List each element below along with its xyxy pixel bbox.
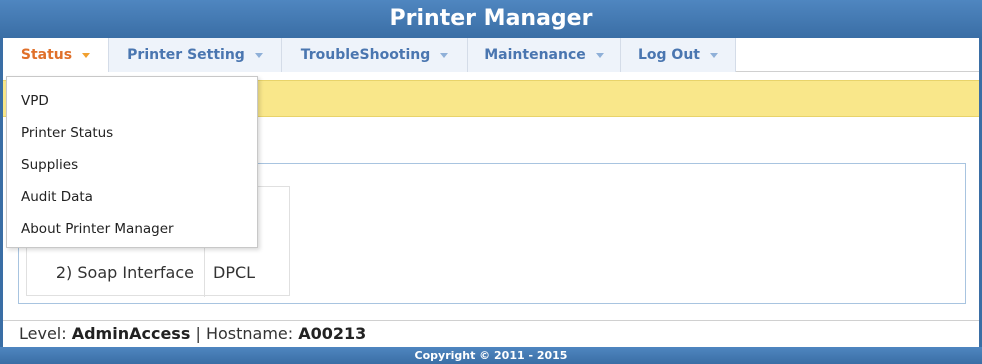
dropdown-item-supplies[interactable]: Supplies <box>21 151 78 179</box>
chevron-down-icon <box>254 52 263 58</box>
chevron-down-icon <box>440 52 449 58</box>
menu-printer-setting-label: Printer Setting <box>127 47 245 63</box>
copyright-footer: Copyright © 2011 - 2015 <box>0 347 982 364</box>
menu-status[interactable]: Status <box>3 38 109 72</box>
chevron-down-icon <box>595 52 604 58</box>
dropdown-item-about[interactable]: About Printer Manager <box>21 215 174 243</box>
menu-printer-setting[interactable]: Printer Setting <box>109 38 282 72</box>
hostname-value: A00213 <box>298 324 367 343</box>
menu-bar: Status Printer Setting TroubleShooting M… <box>3 38 979 72</box>
dropdown-item-audit-data[interactable]: Audit Data <box>21 183 93 211</box>
status-separator: | <box>195 324 201 343</box>
menu-status-label: Status <box>20 47 73 63</box>
level-label: Level: <box>19 324 67 343</box>
status-line: Level: AdminAccess | Hostname: A00213 <box>3 320 979 347</box>
menu-troubleshooting[interactable]: TroubleShooting <box>282 38 468 72</box>
menu-log-out-label: Log Out <box>638 47 700 63</box>
menu-maintenance[interactable]: Maintenance <box>468 38 621 72</box>
level-value: AdminAccess <box>71 324 191 343</box>
dropdown-item-printer-status[interactable]: Printer Status <box>21 119 113 147</box>
table-cell: 2) Soap Interface <box>27 247 205 297</box>
menu-troubleshooting-label: TroubleShooting <box>300 47 431 63</box>
menu-log-out[interactable]: Log Out <box>621 38 736 72</box>
chevron-down-icon <box>82 52 91 58</box>
table-row: 2) Soap Interface DPCL <box>27 247 291 297</box>
dropdown-item-vpd[interactable]: VPD <box>21 87 49 115</box>
chevron-down-icon <box>710 52 718 58</box>
menu-maintenance-label: Maintenance <box>484 47 586 63</box>
status-dropdown-menu: VPD Printer Status Supplies Audit Data A… <box>6 76 258 248</box>
hostname-label: Hostname: <box>205 324 294 343</box>
app-title: Printer Manager <box>0 0 982 38</box>
table-cell: DPCL <box>213 262 256 282</box>
